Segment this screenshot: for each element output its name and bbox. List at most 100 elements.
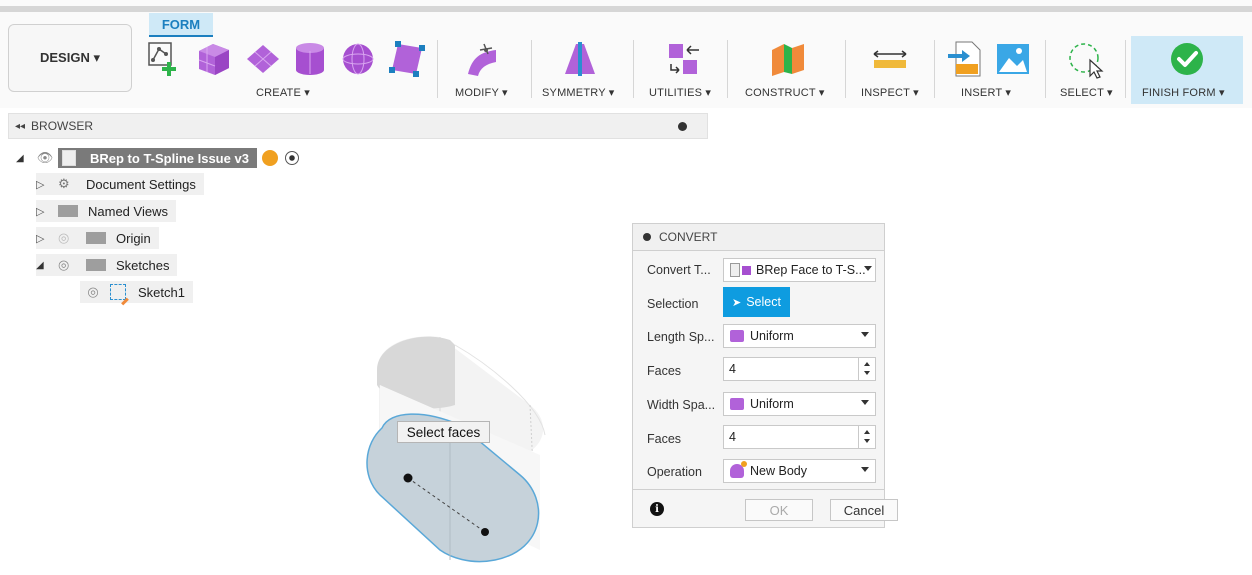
tree-item-label: Named Views <box>88 203 168 219</box>
length-faces-stepper[interactable] <box>858 358 875 380</box>
cylinder-icon[interactable] <box>292 41 328 77</box>
new-body-icon <box>730 461 747 478</box>
tree-root[interactable]: ◢ 👁 BRep to T-Spline Issue v3 <box>16 147 299 169</box>
symmetry-icon[interactable] <box>560 40 600 78</box>
insert-menu[interactable]: INSERT ▾ <box>961 86 1011 99</box>
ok-button[interactable]: OK <box>745 499 813 521</box>
toolbar-divider <box>1125 40 1126 98</box>
length-spans-dropdown[interactable]: Uniform <box>723 324 876 348</box>
tree-item-sketches[interactable]: ◢ ◎ Sketches <box>36 254 178 276</box>
edit-form-icon[interactable] <box>462 40 502 78</box>
toolbar-divider <box>437 40 438 98</box>
select-icon[interactable] <box>1066 40 1106 80</box>
collapse-browser-icon[interactable]: ◂◂ <box>15 121 25 132</box>
create-sketch-icon[interactable] <box>147 40 179 78</box>
plane-icon[interactable] <box>245 43 281 75</box>
checkmark-icon[interactable] <box>1170 42 1204 76</box>
create-menu[interactable]: CREATE ▾ <box>256 86 310 99</box>
utilities-icon[interactable] <box>665 40 703 78</box>
length-faces-label: Faces <box>647 364 682 378</box>
dialog-footer-divider <box>633 489 884 490</box>
inspect-menu[interactable]: INSPECT ▾ <box>861 86 919 99</box>
width-faces-input[interactable]: 4 <box>723 425 876 449</box>
browser-header[interactable]: ◂◂ BROWSER <box>8 113 708 139</box>
box-icon[interactable] <box>195 41 233 77</box>
cancel-button[interactable]: Cancel <box>830 499 898 521</box>
quadball-face-icon[interactable] <box>388 38 428 80</box>
sketch-icon <box>110 284 129 306</box>
tab-form[interactable]: FORM <box>149 13 213 37</box>
width-spans-dropdown[interactable]: Uniform <box>723 392 876 416</box>
browser-options-icon[interactable] <box>678 122 687 131</box>
tree-item-sketch1[interactable]: ◎ Sketch1 <box>80 281 193 306</box>
stepper-up-icon[interactable] <box>864 362 870 366</box>
width-faces-label: Faces <box>647 432 682 446</box>
length-faces-input[interactable]: 4 <box>723 357 876 381</box>
gear-icon: ⚙ <box>58 176 70 191</box>
insert-svg-icon[interactable] <box>948 40 984 78</box>
convert-type-label: Convert T... <box>647 263 711 277</box>
stepper-up-icon[interactable] <box>864 430 870 434</box>
width-faces-stepper[interactable] <box>858 426 875 448</box>
construct-menu[interactable]: CONSTRUCT ▾ <box>745 86 825 99</box>
folder-icon <box>86 232 106 244</box>
construct-plane-icon[interactable] <box>768 40 808 78</box>
toolbar-divider <box>1045 40 1046 98</box>
select-menu[interactable]: SELECT ▾ <box>1060 86 1113 99</box>
tree-item-label: Origin <box>116 230 151 246</box>
selection-label: Selection <box>647 297 699 311</box>
width-faces-value: 4 <box>729 430 736 444</box>
operation-dropdown[interactable]: New Body <box>723 459 876 483</box>
uniform-icon <box>730 330 744 342</box>
width-spans-label: Width Spa... <box>647 398 716 412</box>
convert-dialog: CONVERT Convert T... BRep Face to T-S...… <box>632 223 898 528</box>
document-icon <box>62 150 76 166</box>
utilities-menu[interactable]: UTILITIES ▾ <box>649 86 711 99</box>
title-bar-strip <box>0 6 1252 12</box>
length-spans-value: Uniform <box>750 329 794 343</box>
expand-arrow-icon[interactable]: ▷ <box>36 232 58 245</box>
operation-label: Operation <box>647 465 702 479</box>
dropdown-arrow-icon <box>861 332 869 337</box>
dialog-collapse-icon[interactable] <box>643 233 651 241</box>
measure-icon[interactable] <box>872 48 908 72</box>
brep-face-icon <box>730 263 740 277</box>
insert-image-icon[interactable] <box>995 42 1031 76</box>
modify-menu[interactable]: MODIFY ▾ <box>455 86 508 99</box>
document-node[interactable]: BRep to T-Spline Issue v3 <box>58 148 257 168</box>
eye-icon[interactable]: 👁 <box>32 150 58 166</box>
tree-item-label: Sketches <box>116 257 170 273</box>
tree-item-label: Sketch1 <box>138 284 185 300</box>
expand-arrow-icon[interactable]: ▷ <box>36 178 58 191</box>
expand-icon[interactable]: ◢ <box>16 153 32 164</box>
eye-icon[interactable]: ◎ <box>80 284 106 300</box>
sphere-icon[interactable] <box>340 41 376 77</box>
toolbar-divider <box>934 40 935 98</box>
activate-radio-icon[interactable] <box>284 151 299 165</box>
warning-badge-icon[interactable] <box>261 150 278 166</box>
design-workspace-button[interactable]: DESIGN ▾ <box>8 24 132 92</box>
eye-hidden-icon[interactable]: ◎ <box>58 230 86 246</box>
info-icon[interactable]: i <box>650 502 664 516</box>
stepper-down-icon[interactable] <box>864 439 870 443</box>
tree-item-document-settings[interactable]: ▷ ⚙ Document Settings <box>36 173 204 195</box>
eye-icon[interactable]: ◎ <box>58 257 86 273</box>
width-spans-value: Uniform <box>750 397 794 411</box>
convert-type-value: BRep Face to T-S... <box>756 263 866 277</box>
dropdown-arrow-icon <box>861 467 869 472</box>
tree-item-label: Document Settings <box>86 176 196 192</box>
dropdown-arrow-icon <box>864 266 872 271</box>
select-button[interactable]: ➤ Select <box>723 287 790 317</box>
uniform-icon <box>730 398 744 410</box>
tree-item-origin[interactable]: ▷ ◎ Origin <box>36 227 159 249</box>
convert-type-dropdown[interactable]: BRep Face to T-S... <box>723 258 876 282</box>
viewport-model[interactable] <box>350 325 560 570</box>
expand-arrow-icon[interactable]: ▷ <box>36 205 58 218</box>
tree-item-named-views[interactable]: ▷ Named Views <box>36 200 176 222</box>
browser-title: BROWSER <box>31 119 94 133</box>
finish-form-menu[interactable]: FINISH FORM ▾ <box>1142 86 1225 99</box>
stepper-down-icon[interactable] <box>864 371 870 375</box>
dialog-header[interactable]: CONVERT <box>633 224 884 251</box>
symmetry-menu[interactable]: SYMMETRY ▾ <box>542 86 615 99</box>
collapse-arrow-icon[interactable]: ◢ <box>36 260 58 271</box>
